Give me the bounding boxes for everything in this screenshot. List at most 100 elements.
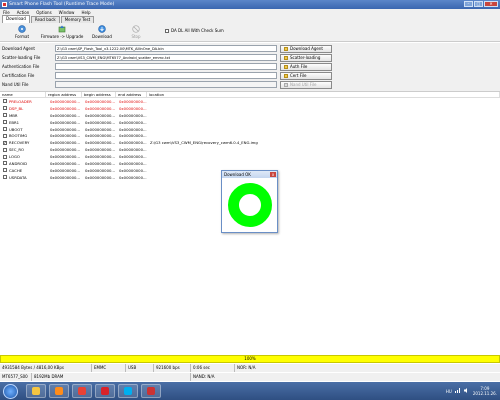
auth-row: Authentication File Auth File — [0, 62, 500, 71]
cell-begin-address: 0x000000000... — [85, 140, 116, 146]
header-end-address[interactable]: end address — [116, 91, 147, 98]
download-agent-path[interactable]: Z:\G3 cwm\SP_Flash_Tool_v3.1222.00\MTK_A… — [55, 45, 277, 52]
network-icon[interactable] — [454, 388, 461, 394]
download-icon — [98, 25, 106, 33]
partition-name: LOGO — [9, 154, 20, 160]
partition-checkbox[interactable] — [3, 147, 7, 152]
table-row[interactable]: UBOOT 0x000000000... 0x000000000... 0x00000… — [0, 126, 500, 133]
table-row[interactable]: ANDROID 0x000000000... 0x000000000... 0x000… — [0, 160, 500, 167]
table-row[interactable]: RECOVERY0x000000000...0x000000000...0x00… — [0, 139, 500, 146]
partition-name: CACHE — [9, 167, 23, 173]
auth-file-button[interactable]: Auth File — [280, 62, 332, 71]
taskbar-app-button[interactable] — [118, 384, 138, 398]
menu-action[interactable]: Action — [17, 10, 30, 15]
scatter-loading-button[interactable]: Scatter-loading — [280, 53, 332, 62]
download-agent-button-label: Download Agent — [290, 45, 323, 51]
nand-util-button[interactable]: Nand Util File — [280, 80, 332, 89]
firmware-upgrade-button[interactable]: Firmware -> Upgrade — [39, 25, 85, 39]
table-row[interactable]: EBR1 0x000000000... 0x000000000... 0x000000… — [0, 119, 500, 126]
cell-region-address: 0x000000000... — [50, 98, 81, 104]
language-indicator[interactable]: HU — [446, 389, 452, 394]
status-nor: NOR: N/A — [237, 365, 256, 370]
firmware-upgrade-label: Firmware -> Upgrade — [40, 34, 84, 39]
partition-checkbox[interactable] — [3, 106, 7, 111]
tab-memory-test[interactable]: Memory Test — [60, 16, 95, 23]
close-button[interactable]: ✕ — [484, 1, 498, 7]
format-button[interactable]: Format — [5, 25, 39, 39]
tab-strip: Download Read back Memory Test — [0, 15, 500, 23]
cert-row: Certification File Cert File — [0, 71, 500, 80]
partition-name: ANDROID — [9, 160, 28, 166]
partition-checkbox[interactable] — [3, 120, 7, 125]
clock[interactable]: 7:09 2012.11.26. — [473, 386, 497, 396]
menu-file[interactable]: File — [3, 10, 10, 15]
taskbar-app-button[interactable] — [26, 384, 46, 398]
cell-end-address: 0x00000000... — [119, 140, 147, 146]
cell-location[interactable]: Z:\G3 cwm\VS3_CWM_ENG\recovery_cwm6.0.4_… — [147, 140, 500, 145]
da-checksum-option[interactable]: DA DL All With Check Sum — [165, 28, 224, 33]
taskbar-app-button[interactable] — [141, 384, 161, 398]
folder-icon — [284, 55, 288, 60]
partition-checkbox[interactable] — [3, 99, 7, 104]
cell-end-address: 0x00000000... — [119, 133, 147, 139]
scatter-path[interactable]: Z:\G3 cwm\VS3_CWM_ENG\MT6577_Android_sca… — [55, 54, 277, 61]
cell-end-address: 0x00000000... — [119, 154, 147, 160]
da-checksum-checkbox[interactable] — [165, 28, 169, 33]
header-name[interactable]: name — [0, 91, 46, 98]
menu-options[interactable]: Options — [36, 10, 51, 15]
scatter-row: Scatter-loading File Z:\G3 cwm\VS3_CWM_E… — [0, 53, 500, 62]
table-row[interactable]: BOOTIMG 0x000000000... 0x000000000... 0x000… — [0, 132, 500, 139]
chrome-icon — [78, 387, 86, 395]
partition-checkbox[interactable] — [3, 140, 7, 145]
app-icon — [2, 2, 7, 7]
menu-window[interactable]: Window — [59, 10, 75, 15]
volume-icon[interactable] — [463, 388, 470, 394]
download-agent-button[interactable]: Download Agent — [280, 44, 332, 53]
progress-label: 100% — [244, 356, 256, 361]
nand-path[interactable] — [55, 81, 277, 88]
flash-tool-icon — [147, 387, 155, 395]
status-dram: 8192Mb DRAM — [32, 373, 191, 381]
dialog-close-button[interactable]: x — [270, 172, 276, 177]
partition-checkbox[interactable] — [3, 168, 7, 173]
scatter-loading-button-label: Scatter-loading — [290, 54, 321, 60]
cell-region-address: 0x000000000... — [50, 105, 81, 111]
tab-download[interactable]: Download — [2, 15, 30, 23]
table-row[interactable]: PRELOADER 0x000000000... 0x000000000... 0x0… — [0, 98, 500, 105]
taskbar-app-button[interactable] — [49, 384, 69, 398]
menu-help[interactable]: Help — [81, 10, 90, 15]
taskbar-app-button[interactable] — [72, 384, 92, 398]
cert-file-button[interactable]: Cert File — [280, 71, 332, 80]
download-button[interactable]: Download — [85, 25, 119, 39]
system-tray: HU 7:09 2012.11.26. — [446, 384, 497, 398]
auth-path[interactable] — [55, 63, 277, 70]
table-row[interactable]: MBR 0x000000000... 0x000000000... 0x0000000… — [0, 112, 500, 119]
taskbar-app-button[interactable] — [95, 384, 115, 398]
table-row[interactable]: DSP_BL 0x000000000... 0x000000000... 0x0000… — [0, 105, 500, 112]
cell-begin-address: 0x000000000... — [85, 105, 116, 111]
partition-checkbox[interactable] — [3, 175, 7, 180]
cell-region-address: 0x000000000... — [50, 126, 81, 132]
header-location[interactable]: location — [147, 91, 500, 98]
maximize-button[interactable]: □ — [474, 1, 483, 7]
partition-checkbox[interactable] — [3, 133, 7, 138]
cell-begin-address: 0x000000000... — [85, 98, 116, 104]
table-row[interactable]: LOGO 0x000000000... 0x000000000... 0x000000… — [0, 153, 500, 160]
cell-region-address: 0x000000000... — [50, 167, 81, 173]
cell-end-address: 0x00000000... — [119, 126, 147, 132]
partition-checkbox[interactable] — [3, 113, 7, 118]
table-row[interactable]: SEC_RO 0x000000000... 0x000000000... 0x0000… — [0, 146, 500, 153]
partition-checkbox[interactable] — [3, 154, 7, 159]
start-button[interactable] — [3, 383, 18, 399]
taskbar-apps — [26, 384, 161, 398]
header-region-address[interactable]: region address — [46, 91, 82, 98]
stop-button[interactable]: Stop — [119, 25, 153, 39]
progress-bar: 100% — [0, 355, 500, 363]
partition-checkbox[interactable] — [3, 161, 7, 166]
partition-checkbox[interactable] — [3, 127, 7, 131]
minimize-button[interactable]: – — [464, 1, 473, 7]
cert-path[interactable] — [55, 72, 277, 79]
status-port: USB — [126, 364, 154, 372]
header-begin-address[interactable]: begin address — [82, 91, 116, 98]
tab-read-back[interactable]: Read back — [30, 16, 60, 23]
